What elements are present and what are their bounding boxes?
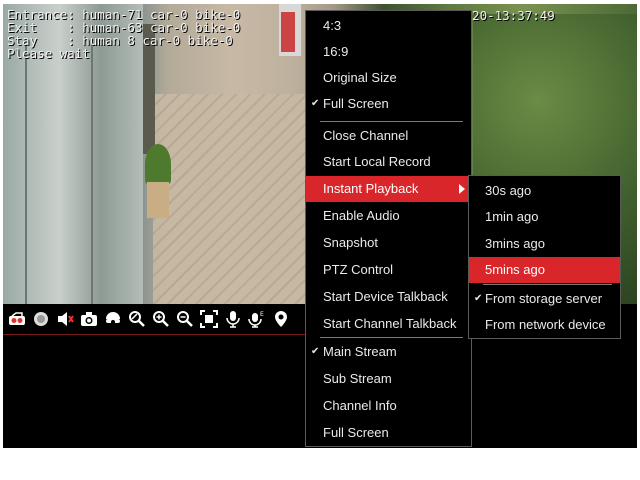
instant-playback-submenu: 30s ago 1min ago 3mins ago 5mins ago ✔ Fr… (468, 175, 621, 339)
submenu-item-30s-ago[interactable]: 30s ago (469, 178, 620, 204)
scene-pot (147, 182, 169, 218)
menu-item-ptz-control[interactable]: PTZ Control (306, 257, 471, 283)
osd-counter-overlay: Entrance: human-71 car-0 bike-0 Exit : h… (7, 8, 240, 60)
check-icon: ✔ (474, 293, 483, 304)
mute-icon[interactable] (56, 309, 74, 329)
location-pin-icon[interactable] (272, 309, 290, 329)
menu-item-label: Enable Audio (323, 208, 400, 223)
menu-item-channel-info[interactable]: Channel Info (306, 393, 471, 419)
fit-window-icon[interactable] (200, 309, 218, 329)
menu-item-snapshot[interactable]: Snapshot (306, 230, 471, 256)
snapshot-dot-icon[interactable] (32, 309, 50, 329)
menu-item-label: PTZ Control (323, 262, 394, 277)
submenu-item-from-storage-server[interactable]: ✔ From storage server (469, 286, 620, 312)
menu-item-label: 30s ago (485, 183, 532, 198)
menu-item-label: Start Device Talkback (323, 289, 448, 304)
scene-wall-seam (25, 44, 27, 304)
osd-line-status: Please wait (7, 46, 90, 61)
menu-item-label: Instant Playback (323, 181, 419, 196)
menu-item-enable-audio[interactable]: Enable Audio (306, 203, 471, 229)
menu-item-start-local-record[interactable]: Start Local Record (306, 149, 471, 175)
menu-item-label: Snapshot (323, 235, 378, 250)
menu-item-aspect-16-9[interactable]: 16:9 (306, 39, 471, 65)
menu-item-label: 16:9 (323, 44, 349, 59)
menu-item-label: 1min ago (485, 209, 539, 224)
menu-item-label: Start Local Record (323, 154, 431, 169)
menu-item-label: Full Screen (323, 96, 389, 111)
menu-item-original-size[interactable]: Original Size (306, 65, 471, 91)
menu-item-instant-playback[interactable]: Instant Playback (306, 176, 471, 202)
menu-item-label: From network device (485, 317, 606, 332)
menu-separator (320, 337, 463, 338)
menu-item-label: Main Stream (323, 344, 397, 359)
record-icon[interactable] (8, 309, 26, 329)
menu-item-full-screen[interactable]: Full Screen (306, 420, 471, 446)
menu-item-label: From storage server (485, 291, 603, 306)
ptz-dome-icon[interactable] (104, 309, 122, 329)
mic-e-icon[interactable]: E (248, 309, 266, 329)
menu-item-label: Full Screen (323, 425, 389, 440)
zoom-out-icon[interactable] (176, 309, 194, 329)
camera-icon[interactable] (80, 309, 98, 329)
menu-item-close-channel[interactable]: Close Channel (306, 123, 471, 149)
submenu-arrow-icon (459, 184, 465, 194)
menu-item-sub-stream[interactable]: Sub Stream (306, 366, 471, 392)
submenu-item-from-network-device[interactable]: From network device (469, 312, 620, 338)
scene-plant (145, 144, 171, 184)
submenu-item-5mins-ago[interactable]: 5mins ago (469, 257, 620, 283)
selected-channel-border (3, 334, 309, 335)
channel-toolbar: E (3, 304, 309, 334)
menu-item-label: 3mins ago (485, 236, 545, 251)
menu-item-main-stream[interactable]: ✔ Main Stream (306, 339, 471, 365)
menu-item-label: Channel Info (323, 398, 397, 413)
menu-item-start-channel-talkback[interactable]: Start Channel Talkback (306, 311, 471, 337)
mic-icon[interactable] (224, 309, 242, 329)
context-menu: 4:3 16:9 Original Size ✔ Full Screen Clos… (305, 10, 472, 447)
menu-item-label: Close Channel (323, 128, 409, 143)
menu-item-label: 5mins ago (485, 262, 545, 277)
menu-separator (320, 121, 463, 122)
scene-pole-sign (281, 12, 295, 52)
menu-item-label: Start Channel Talkback (323, 316, 457, 331)
submenu-item-1min-ago[interactable]: 1min ago (469, 204, 620, 230)
menu-item-start-device-talkback[interactable]: Start Device Talkback (306, 284, 471, 310)
check-icon: ✔ (311, 98, 320, 109)
menu-item-label: Original Size (323, 70, 397, 85)
menu-item-label: 4:3 (323, 18, 342, 33)
scene-wall-seam (91, 44, 93, 304)
menu-item-aspect-4-3[interactable]: 4:3 (306, 13, 471, 39)
submenu-item-3mins-ago[interactable]: 3mins ago (469, 231, 620, 257)
menu-item-full-screen-ratio[interactable]: ✔ Full Screen (306, 91, 471, 117)
zoom-search-icon[interactable] (128, 309, 146, 329)
menu-separator (483, 284, 612, 285)
menu-item-label: Sub Stream (323, 371, 392, 386)
zoom-in-icon[interactable] (152, 309, 170, 329)
check-icon: ✔ (311, 346, 320, 357)
svg-text:E: E (260, 311, 264, 318)
